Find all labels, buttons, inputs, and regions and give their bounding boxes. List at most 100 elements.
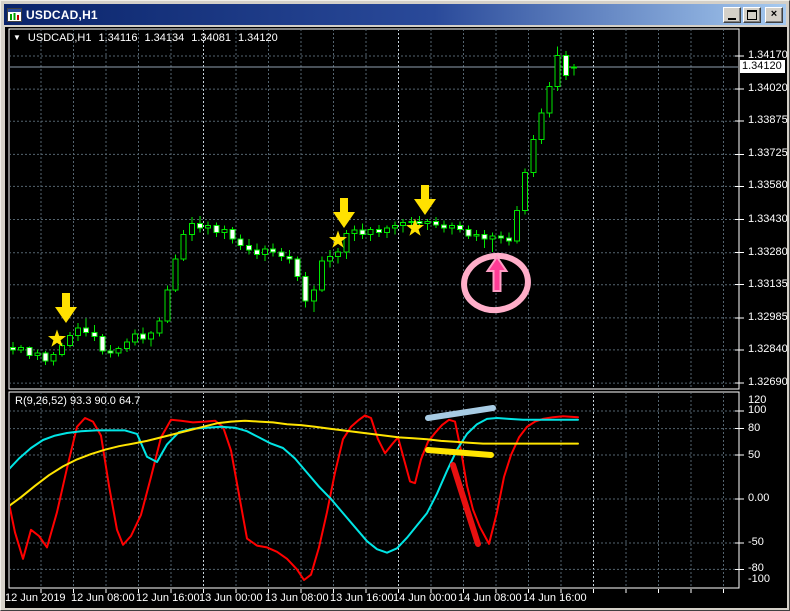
indicator-scale[interactable]: 120 100 80 50 0.00 -50 -80 -100 xyxy=(740,391,787,588)
candle-bear xyxy=(294,258,301,278)
time-axis-label: 13 Jun 00:00 xyxy=(199,592,263,604)
candle-bear xyxy=(237,238,244,247)
candle-bull xyxy=(367,228,374,236)
candle-bear xyxy=(253,249,260,255)
indicator-label: R(9,26,52) 93.3 90.0 64.7 xyxy=(15,395,141,407)
candle-bear xyxy=(432,220,439,226)
minimize-icon xyxy=(728,17,736,20)
candle-bull xyxy=(335,251,342,258)
title-bar[interactable]: USDCAD,H1 × xyxy=(4,4,786,25)
time-scale[interactable]: 12 Jun 2019 12 Jun 08:00 12 Jun 16:00 13 Ju… xyxy=(5,589,787,608)
time-axis-label: 13 Jun 16:00 xyxy=(330,592,394,604)
minimize-button[interactable] xyxy=(723,6,741,23)
candle-bull xyxy=(34,352,41,356)
candle-bear xyxy=(416,220,423,225)
indicator-axis-label: 0.00 xyxy=(748,492,770,504)
candle-bear xyxy=(562,55,569,76)
candle-bull xyxy=(327,256,334,262)
price-axis-label: 1.33280 xyxy=(748,245,788,258)
quote-line: ▼ USDCAD,H1 1.34116 1.34134 1.34081 1.34… xyxy=(13,32,278,44)
candle-bull xyxy=(188,223,195,236)
candle-bull xyxy=(115,348,122,354)
candle-bull xyxy=(392,225,399,229)
candle-bull xyxy=(554,55,561,87)
candle-bull xyxy=(180,234,187,260)
candle-bull xyxy=(205,225,212,229)
candle-bear xyxy=(83,327,90,333)
time-axis-label: 13 Jun 08:00 xyxy=(265,592,329,604)
candle-bear xyxy=(229,228,236,240)
price-pane[interactable] xyxy=(8,28,740,390)
candle-bull xyxy=(473,234,480,237)
candle-bear xyxy=(42,352,49,362)
price-axis-label: 1.33725 xyxy=(748,147,788,160)
quote-low: 1.34081 xyxy=(191,32,231,44)
time-axis-label: 14 Jun 16:00 xyxy=(523,592,587,604)
candle-bear xyxy=(140,333,147,340)
price-axis-label: 1.32985 xyxy=(748,310,788,323)
indicator-axis-label: 100 xyxy=(748,404,767,416)
candle-bull xyxy=(530,139,537,174)
candle-bull xyxy=(408,220,415,224)
candle-bull xyxy=(514,209,521,242)
price-axis-label: 1.33135 xyxy=(748,277,788,290)
candle-bull xyxy=(221,228,228,233)
candle-bear xyxy=(359,229,366,236)
price-axis-label: 1.32840 xyxy=(748,342,788,355)
candle-bull xyxy=(148,332,155,340)
price-axis-label: 1.33875 xyxy=(748,114,788,127)
candle-bull xyxy=(262,248,269,255)
chart-client-area[interactable]: ▼ USDCAD,H1 1.34116 1.34134 1.34081 1.34… xyxy=(5,27,788,608)
current-price-tag: 1.34120 xyxy=(740,60,785,74)
chart-canvas[interactable] xyxy=(5,27,787,608)
candle-bear xyxy=(196,223,203,229)
close-button[interactable]: × xyxy=(765,6,783,23)
candle-bear xyxy=(375,228,382,233)
candle-bear xyxy=(91,331,98,338)
maximize-icon xyxy=(747,9,757,20)
price-axis-label: 1.32690 xyxy=(748,376,788,389)
candle-bear xyxy=(505,237,512,242)
candle-bear xyxy=(497,235,504,239)
candle-bear xyxy=(481,234,488,240)
indicator-axis-label: 80 xyxy=(748,422,761,434)
time-axis-label: 12 Jun 16:00 xyxy=(136,592,200,604)
indicator-axis-label: -50 xyxy=(748,536,764,548)
window-controls: × xyxy=(723,6,783,23)
candle-bear xyxy=(245,245,252,251)
candle-bull xyxy=(522,172,529,211)
price-scale[interactable]: 1.34170 1.34020 1.33875 1.33725 1.33580 1.334… xyxy=(740,27,788,389)
maximize-button[interactable] xyxy=(743,6,761,23)
indicator-axis-label: 50 xyxy=(748,449,761,461)
candle-bear xyxy=(10,347,16,351)
candle-bear xyxy=(440,224,447,229)
triangle-down-icon: ▼ xyxy=(13,33,21,42)
price-axis-label: 1.33580 xyxy=(748,179,788,192)
candle-bear xyxy=(302,276,309,302)
quote-high: 1.34134 xyxy=(144,32,185,44)
candle-bull xyxy=(570,66,577,69)
quote-symbol: USDCAD,H1 xyxy=(27,32,92,44)
candle-bull xyxy=(400,222,407,227)
candle-bull xyxy=(172,258,179,291)
time-axis-label: 12 Jun 08:00 xyxy=(71,592,135,604)
candle-bull xyxy=(424,220,431,225)
candle-bear xyxy=(26,346,33,356)
candle-bull xyxy=(131,333,138,343)
candle-bull xyxy=(156,320,163,334)
candle-bull xyxy=(383,227,390,233)
candle-bull xyxy=(310,289,317,302)
candle-bull xyxy=(50,353,57,362)
candle-bull xyxy=(18,346,25,351)
time-axis-label: 14 Jun 00:00 xyxy=(393,592,457,604)
indicator-pane[interactable] xyxy=(8,391,740,589)
candle-bear xyxy=(99,336,106,352)
candle-bear xyxy=(457,225,464,230)
chart-window: USDCAD,H1 × ▼ USDCAD,H1 1.34116 1.34134 … xyxy=(0,0,790,611)
candle-bull xyxy=(58,345,65,355)
candle-bear xyxy=(107,350,114,354)
quote-close: 1.34120 xyxy=(237,32,278,44)
candle-bear xyxy=(270,248,277,253)
candle-bull xyxy=(351,229,358,235)
candle-bull xyxy=(546,85,553,114)
